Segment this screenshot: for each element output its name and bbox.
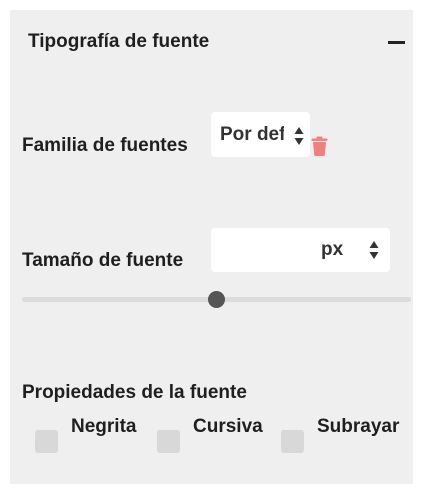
up-down-arrows-icon [294, 124, 304, 148]
up-down-arrows-icon [369, 238, 379, 262]
trash-icon[interactable] [311, 136, 328, 156]
font-size-unit-select[interactable]: px [309, 228, 390, 272]
font-size-unit-value: px [321, 239, 344, 260]
collapse-button[interactable] [387, 30, 407, 54]
font-typography-panel: Tipografía de fuente Familia de fuentes … [10, 10, 413, 484]
underline-label[interactable]: Subrayar [317, 415, 399, 439]
panel-header: Tipografía de fuente [28, 30, 413, 58]
panel-title: Tipografía de fuente [28, 31, 210, 52]
font-family-selected-value: Por defecto [220, 124, 284, 145]
underline-checkbox[interactable] [281, 430, 304, 453]
font-size-label: Tamaño de fuente [22, 250, 184, 271]
italic-checkbox[interactable] [157, 430, 180, 453]
font-size-slider-thumb[interactable] [208, 291, 225, 308]
font-properties-label: Propiedades de la fuente [22, 382, 247, 403]
italic-label[interactable]: Cursiva [193, 415, 263, 439]
font-size-input[interactable] [211, 228, 309, 272]
font-family-select[interactable]: Por defecto [211, 112, 310, 157]
font-family-label: Familia de fuentes [22, 135, 188, 156]
bold-label[interactable]: Negrita [71, 415, 136, 439]
bold-checkbox[interactable] [35, 430, 58, 453]
minus-icon [388, 41, 405, 44]
